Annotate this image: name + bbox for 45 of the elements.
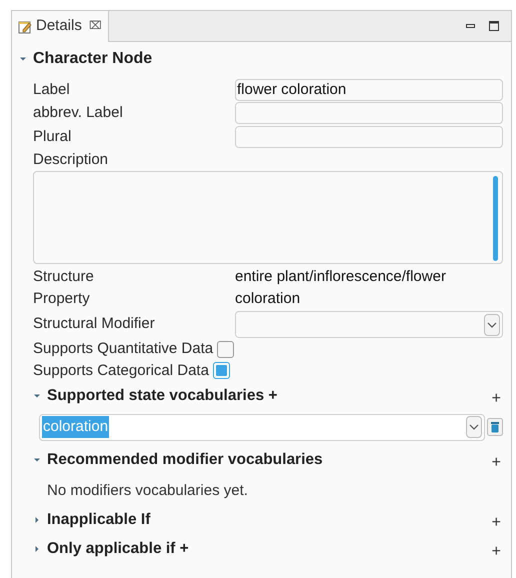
expand-icon[interactable] — [33, 516, 41, 524]
scrollbar-thumb[interactable] — [493, 176, 498, 260]
checkbox[interactable] — [212, 362, 230, 380]
field-label: Structural Modifier — [33, 314, 156, 334]
chevron-down-icon — [487, 322, 497, 328]
field-label: Label — [33, 80, 71, 100]
expand-icon[interactable] — [33, 545, 41, 553]
add-button[interactable]: + — [492, 387, 501, 411]
text-field[interactable] — [235, 102, 503, 124]
trash-icon[interactable] — [487, 418, 503, 436]
text-field[interactable]: flower coloration — [235, 78, 503, 101]
collapse-icon[interactable] — [33, 456, 41, 464]
section-title: Character Node — [33, 49, 152, 69]
field-label: abbrev. Label — [33, 103, 124, 123]
maximize-icon[interactable] — [489, 21, 499, 31]
details-tab[interactable]: Details ⌧ — [12, 11, 109, 42]
dropdown-value: coloration — [42, 416, 110, 438]
add-button[interactable]: + — [492, 540, 501, 564]
checkbox[interactable] — [217, 340, 234, 358]
field-value: entire plant/inflorescence/flower — [235, 267, 446, 288]
minimize-icon[interactable] — [466, 24, 475, 28]
description-field[interactable] — [33, 170, 503, 264]
subsection-title: Inapplicable If — [47, 510, 150, 530]
field-label: Description — [33, 150, 110, 170]
chevron-down-icon — [469, 424, 479, 430]
add-button[interactable]: + — [492, 451, 501, 475]
text-field[interactable] — [235, 126, 503, 148]
field-value: coloration — [235, 289, 300, 310]
field-label: Plural — [33, 126, 72, 146]
subsection-title: Recommended modifier vocabularies — [47, 450, 323, 470]
close-tab-button[interactable]: ⌧ — [88, 18, 102, 35]
collapse-icon[interactable] — [19, 55, 27, 63]
subsection-title: Only applicable if + — [47, 539, 189, 560]
subsection-title: Supported state vocabularies + — [47, 386, 278, 406]
field-label: Property — [33, 289, 91, 310]
field-label: Structure — [33, 267, 95, 288]
empty-message: No modifiers vocabularies yet. — [46, 480, 249, 500]
checkbox-label: Supports Categorical Data — [33, 360, 209, 380]
add-button[interactable]: + — [492, 511, 501, 535]
collapse-icon[interactable] — [33, 392, 41, 400]
notepad-icon — [18, 20, 32, 34]
checkbox-label: Supports Quantitative Data — [33, 339, 214, 359]
dropdown-button[interactable] — [484, 314, 500, 336]
tab-label: Details — [36, 16, 82, 36]
dropdown-button[interactable] — [466, 416, 482, 438]
